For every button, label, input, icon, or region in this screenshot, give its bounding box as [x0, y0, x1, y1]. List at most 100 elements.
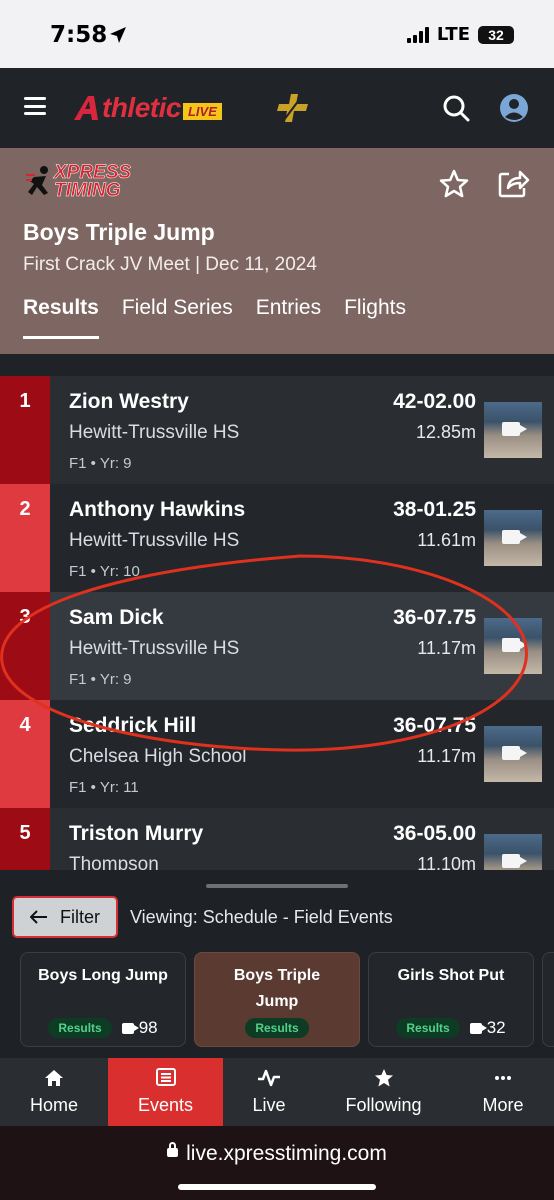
runner-icon [26, 166, 48, 195]
url-text: live.xpresstiming.com [186, 1142, 387, 1165]
athlete-name: Sam Dick [69, 606, 164, 629]
nav-label: More [482, 1095, 524, 1115]
search-icon[interactable] [442, 94, 470, 122]
athlete-school: Chelsea High School [69, 746, 247, 767]
nav-events[interactable]: Events [108, 1058, 223, 1126]
nav-label: Live [252, 1095, 286, 1115]
account-icon[interactable] [499, 93, 529, 123]
event-card-partial[interactable] [542, 952, 554, 1047]
event-cards: Boys Long Jump Results 98 Boys Triple Ju… [0, 952, 554, 1050]
athlete-school: Hewitt-Trussville HS [69, 530, 240, 551]
result-mark: 36-07.75 [393, 714, 476, 737]
video-icon [121, 1022, 139, 1034]
nav-more[interactable]: More [452, 1058, 554, 1126]
result-row[interactable]: 3 Sam Dick Hewitt-Trussville HS F1 • Yr:… [0, 592, 554, 700]
video-icon [469, 1022, 487, 1034]
place-number: 2 [19, 498, 31, 520]
event-card-title: Boys Long Jump [38, 967, 168, 984]
video-count: 32 [486, 1018, 506, 1037]
nav-label: Events [137, 1095, 194, 1115]
tab-entries[interactable]: Entries [256, 296, 321, 339]
home-indicator [178, 1184, 376, 1190]
athletic-a-mark-icon [74, 96, 98, 120]
event-subtitle: First Crack JV Meet | Dec 11, 2024 [23, 254, 317, 275]
tab-field-series[interactable]: Field Series [122, 296, 233, 339]
athlete-meta: F1 • Yr: 9 [69, 455, 132, 472]
athlete-school: Hewitt-Trussville HS [69, 422, 240, 443]
athlete-meta: F1 • Yr: 11 [69, 779, 139, 796]
filter-button[interactable]: Filter [12, 896, 118, 938]
result-row[interactable]: 1 Zion Westry Hewitt-Trussville HS F1 • … [0, 376, 554, 484]
video-camera-icon [502, 854, 527, 868]
lock-icon [167, 1141, 179, 1157]
network-type: LTE [436, 24, 470, 45]
result-metric: 11.17m [417, 746, 476, 766]
tab-results[interactable]: Results [23, 296, 99, 339]
pulse-icon [258, 1069, 280, 1087]
back-arrow-icon [30, 910, 47, 924]
app-header: thletic LIVE [0, 68, 554, 148]
athlete-name: Zion Westry [69, 390, 189, 413]
more-dots-icon [495, 1076, 511, 1080]
share-icon[interactable] [496, 166, 530, 200]
event-card-title: Boys Triple Jump [233, 967, 321, 1010]
place-marker: 2 [0, 484, 50, 592]
result-row[interactable]: 2 Anthony Hawkins Hewitt-Trussville HS F… [0, 484, 554, 592]
video-thumbnail[interactable] [484, 618, 542, 674]
event-card[interactable]: Boys Long Jump Results 98 [20, 952, 186, 1047]
place-number: 3 [19, 606, 31, 628]
star-icon[interactable] [438, 168, 470, 200]
athlete-meta: F1 • Yr: 9 [69, 671, 132, 688]
video-camera-icon [502, 422, 527, 436]
athlete-name: Anthony Hawkins [69, 498, 246, 521]
nav-live[interactable]: Live [223, 1058, 315, 1126]
result-metric: 11.17m [417, 638, 476, 658]
event-card[interactable]: Girls Shot Put Results 32 [368, 952, 534, 1047]
tab-flights[interactable]: Flights [344, 296, 406, 339]
xpress-timing-logo: XPRESS TIMING [26, 163, 131, 201]
place-number: 5 [19, 822, 31, 844]
drag-handle[interactable] [206, 884, 348, 888]
result-mark: 36-07.75 [393, 606, 476, 629]
place-marker: 3 [0, 592, 50, 700]
bottom-nav: Home Events Live Following More [0, 1058, 554, 1126]
video-thumbnail[interactable] [484, 726, 542, 782]
hamburger-menu-icon[interactable] [24, 97, 46, 115]
xpress-logo-line2: TIMING [54, 180, 121, 201]
battery-icon: 32 [478, 25, 514, 44]
star-filled-icon [374, 1069, 393, 1087]
athlete-meta: F1 • Yr: 10 [69, 563, 140, 580]
video-thumbnail[interactable] [484, 510, 542, 566]
place-marker: 4 [0, 700, 50, 808]
status-time: 7:58 [50, 22, 108, 48]
athletic-live-logo[interactable]: thletic LIVE [72, 92, 222, 124]
filter-label: Filter [60, 906, 100, 927]
plus-icon[interactable] [276, 90, 312, 126]
results-badge: Results [48, 1018, 112, 1038]
status-bar: 7:58 LTE 32 [0, 0, 554, 68]
result-row[interactable]: 4 Seddrick Hill Chelsea High School F1 •… [0, 700, 554, 808]
result-metric: 11.61m [417, 530, 476, 550]
brand-live-badge: LIVE [182, 102, 222, 120]
video-camera-icon [502, 746, 527, 760]
cellular-signal-icon [406, 26, 429, 43]
event-card-title: Girls Shot Put [397, 967, 505, 984]
results-badge: Results [245, 1018, 309, 1038]
nav-label: Following [345, 1095, 422, 1115]
brand-name: thletic [102, 92, 181, 123]
schedule-panel: Filter Viewing: Schedule - Field Events … [0, 870, 554, 1060]
athlete-name: Triston Murry [69, 822, 204, 845]
place-number: 4 [19, 714, 31, 736]
viewing-text: Viewing: Schedule - Field Events [130, 907, 393, 927]
event-header: XPRESS TIMING Boys Triple Jump First Cra… [0, 148, 554, 354]
result-metric: 12.85m [415, 422, 476, 442]
result-mark: 36-05.00 [393, 822, 476, 845]
browser-url-bar[interactable]: live.xpresstiming.com [0, 1126, 554, 1200]
result-mark: 42-02.00 [393, 390, 476, 413]
nav-home[interactable]: Home [0, 1058, 108, 1126]
nav-following[interactable]: Following [315, 1058, 452, 1126]
event-title: Boys Triple Jump [23, 219, 215, 245]
event-card-selected[interactable]: Boys Triple Jump Results [194, 952, 360, 1047]
video-thumbnail[interactable] [484, 402, 542, 458]
home-icon [45, 1070, 63, 1086]
